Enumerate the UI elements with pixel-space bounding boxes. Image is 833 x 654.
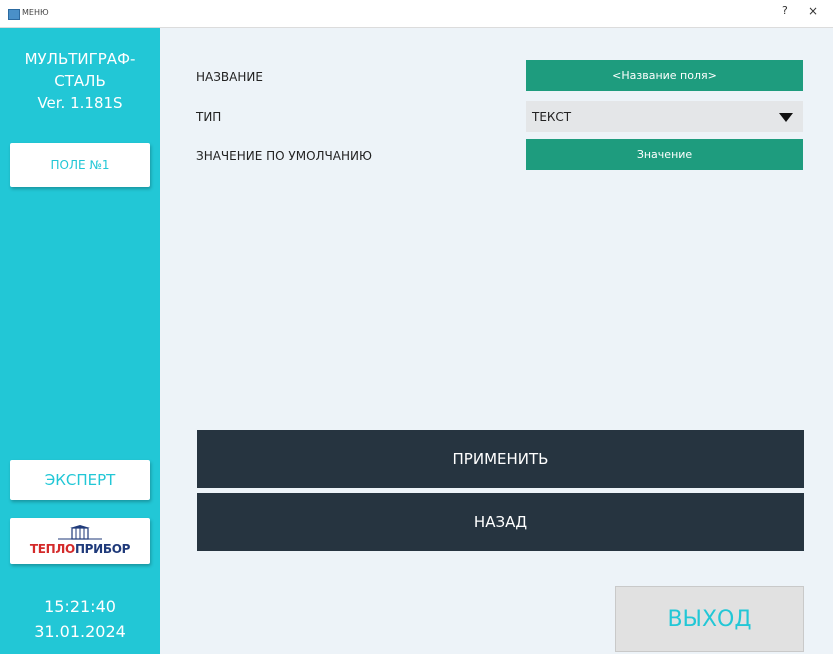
logo-text-part2: ПРИБОР	[74, 542, 131, 556]
default-value-field[interactable]: Значение	[526, 139, 803, 170]
dropdown-arrow-icon[interactable]	[779, 113, 793, 122]
logo-text-part1: ТЕПЛО	[29, 542, 75, 556]
title-bar: МЕНЮ ? ×	[0, 0, 833, 28]
main-panel: НАЗВАНИЕ <Название поля> ТИП ТЕКСТ ЗНАЧЕ…	[160, 28, 833, 654]
type-label: ТИП	[196, 110, 222, 124]
clock-date: 31.01.2024	[34, 622, 126, 641]
back-button[interactable]: НАЗАД	[197, 493, 804, 551]
name-field[interactable]: <Название поля>	[526, 60, 803, 91]
name-label: НАЗВАНИЕ	[196, 70, 263, 84]
sidebar: МУЛЬТИГРАФ- СТАЛЬ Ver. 1.181S ПОЛЕ №1 ЭК…	[0, 28, 160, 654]
apply-button[interactable]: ПРИМЕНИТЬ	[197, 430, 804, 488]
exit-button[interactable]: ВЫХОД	[615, 586, 804, 652]
product-version: Ver. 1.181S	[37, 94, 123, 112]
product-name-line1: МУЛЬТИГРАФ-	[24, 50, 136, 68]
product-name-line2: СТАЛЬ	[54, 72, 106, 90]
field-1-button[interactable]: ПОЛЕ №1	[10, 143, 150, 187]
type-select[interactable]: ТЕКСТ	[526, 101, 803, 132]
app-icon	[8, 9, 20, 20]
window-title: МЕНЮ	[22, 8, 49, 17]
close-button[interactable]: ×	[808, 4, 818, 18]
product-info: МУЛЬТИГРАФ- СТАЛЬ Ver. 1.181S	[0, 48, 160, 114]
logo-building-icon	[58, 525, 102, 540]
clock-time: 15:21:40	[44, 597, 116, 616]
expert-button[interactable]: ЭКСПЕРТ	[10, 460, 150, 500]
teplopribor-logo: ТЕПЛОПРИБОР	[10, 518, 150, 564]
help-button[interactable]: ?	[782, 4, 788, 17]
type-select-value: ТЕКСТ	[532, 110, 572, 124]
default-value-label: ЗНАЧЕНИЕ ПО УМОЛЧАНИЮ	[196, 149, 372, 163]
datetime-display: 15:21:40 31.01.2024	[0, 594, 160, 644]
